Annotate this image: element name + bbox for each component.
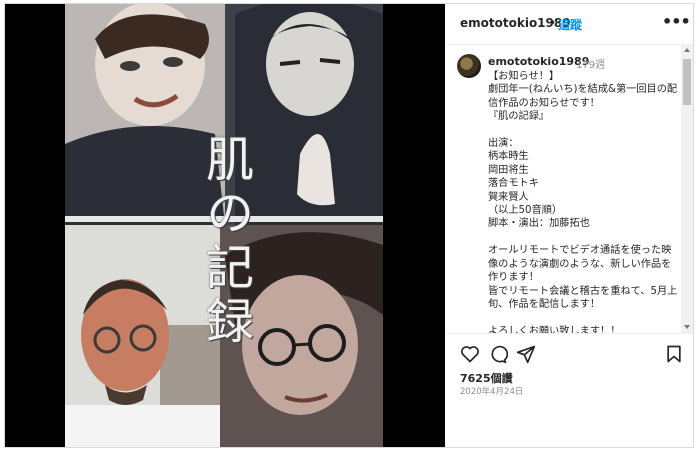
header-separator-dot: • [549,16,557,30]
instagram-post-frame: 肌の記録 emototokio1989 • 追蹤 ••• emototokio1… [4,3,694,448]
share-icon[interactable] [516,344,536,364]
scrollbar-thumb[interactable] [683,59,691,105]
image-title-overlay: 肌の記録 [197,134,253,350]
more-horizontal-icon[interactable]: ••• [662,12,691,31]
avatar[interactable] [457,54,481,78]
comment-age: 179週 [576,60,606,71]
comment-username[interactable]: emototokio1989 [488,55,589,68]
post-actions: 7625個讚 2020年4月24日 [446,333,693,448]
post-header: emototokio1989 • 追蹤 ••• [446,4,693,45]
bookmark-icon[interactable] [664,344,684,364]
follow-button[interactable]: 追蹤 [558,16,582,33]
heart-icon[interactable] [460,344,480,364]
comments-scrollbar[interactable] [681,45,693,333]
post-image: 肌の記録 [65,4,383,447]
post-sidebar: emototokio1989 • 追蹤 ••• emototokio1989 1… [446,4,693,447]
caption-comment: emototokio1989 179週 【お知らせ！】 劇団年一(ねんいち)を結… [446,45,693,333]
scroll-up-icon[interactable] [684,48,690,52]
post-date[interactable]: 2020年4月24日 [460,385,523,397]
likes-count[interactable]: 7625個讚 [460,370,513,386]
caption-text: 【お知らせ！】 劇団年一(ねんいち)を結成&第一回目の配信作品のお知らせです！ … [488,71,678,333]
scroll-down-icon[interactable] [684,325,690,329]
comment-icon[interactable] [488,344,508,364]
post-media[interactable]: 肌の記録 [5,4,445,447]
